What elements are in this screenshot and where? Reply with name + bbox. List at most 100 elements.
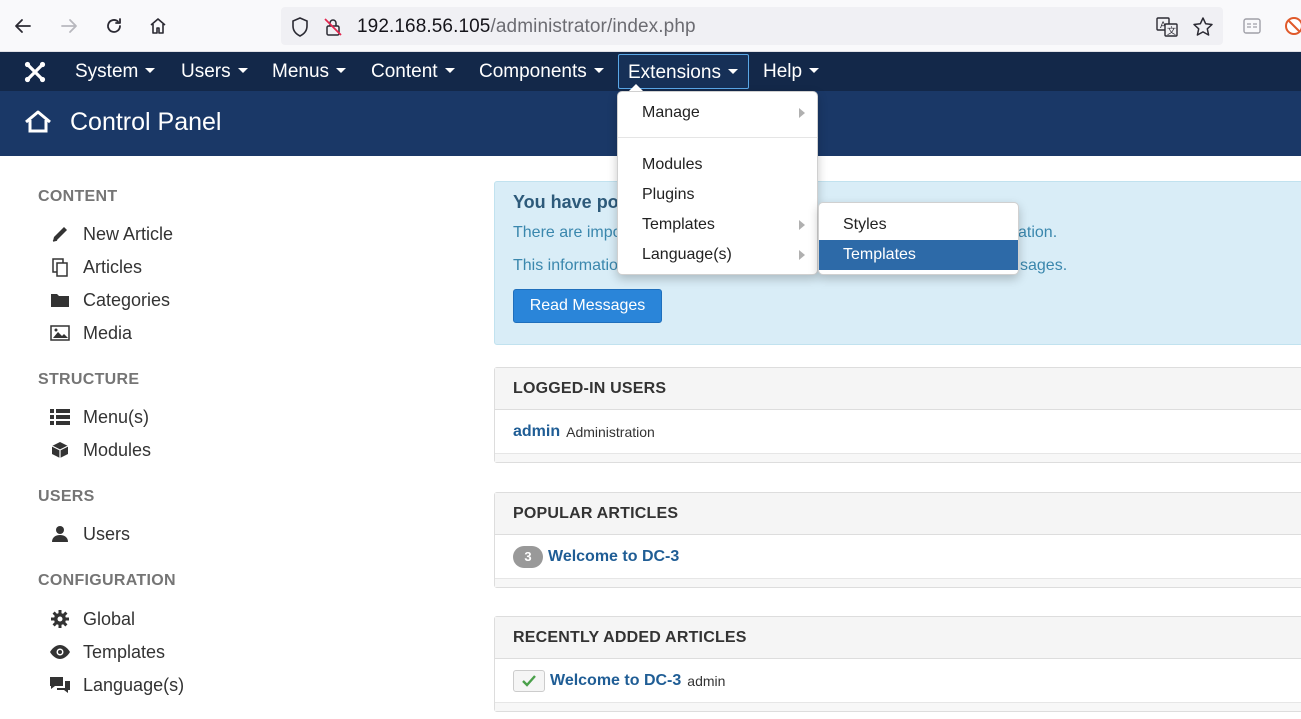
back-icon[interactable]: [9, 12, 37, 40]
sidebar-item-label: Templates: [83, 641, 166, 662]
submenu-item-styles[interactable]: Styles: [819, 210, 1018, 240]
menu-menus-label: Menus: [272, 61, 330, 82]
published-check-icon[interactable]: [513, 669, 545, 692]
user-client: Administration: [566, 423, 655, 440]
url-path: /administrator/index.php: [490, 16, 696, 37]
menu-users-label: Users: [181, 61, 231, 82]
menu-help[interactable]: Help: [753, 54, 829, 89]
url-bar[interactable]: 192.168.56.105/administrator/index.php A…: [281, 7, 1223, 45]
menu-item-modules[interactable]: Modules: [618, 150, 817, 180]
menu-item-label: Plugins: [642, 186, 695, 203]
chevron-down-icon: [237, 68, 248, 74]
url-host: 192.168.56.105: [357, 16, 491, 37]
copy-icon: [48, 256, 72, 278]
list-item: admin Administration: [495, 410, 1301, 454]
reader-view-icon[interactable]: [1238, 12, 1266, 40]
menu-item-languages[interactable]: Language(s): [618, 240, 817, 270]
chevron-down-icon: [336, 68, 347, 74]
panel-footer: [495, 454, 1301, 462]
extension-icon[interactable]: [1280, 12, 1301, 40]
sidebar-item-articles[interactable]: Articles: [48, 255, 142, 279]
cube-icon: [48, 439, 72, 461]
menu-item-templates[interactable]: Templates: [618, 210, 817, 240]
templates-submenu: Styles Templates: [818, 202, 1019, 275]
admin-top-nav: System Users Menus Content Components Ex…: [0, 52, 1301, 91]
insecure-lock-icon[interactable]: [322, 16, 344, 38]
comments-icon: [48, 674, 72, 696]
menu-extensions-label: Extensions: [628, 62, 721, 83]
image-icon: [48, 322, 72, 344]
chevron-right-icon: [799, 250, 805, 260]
reload-icon[interactable]: [100, 12, 128, 40]
browser-toolbar: 192.168.56.105/administrator/index.php A…: [0, 0, 1301, 52]
sidebar-item-modules[interactable]: Modules: [48, 438, 151, 462]
panel-footer: [495, 703, 1301, 711]
menu-item-label: Manage: [642, 104, 700, 121]
read-messages-button[interactable]: Read Messages: [513, 289, 662, 323]
sidebar-item-label: Language(s): [83, 674, 185, 695]
chevron-down-icon: [593, 68, 604, 74]
sidebar-item-label: Articles: [83, 256, 143, 277]
chevron-right-icon: [799, 108, 805, 118]
menu-system[interactable]: System: [65, 54, 165, 89]
translate-icon[interactable]: A文: [1156, 16, 1178, 38]
sidebar-heading-users: USERS: [38, 488, 95, 505]
sidebar-item-global[interactable]: Global: [48, 607, 135, 631]
shield-icon[interactable]: [289, 16, 311, 38]
sidebar-item-label: Users: [83, 523, 131, 544]
chevron-down-icon: [145, 68, 156, 74]
list-icon: [48, 406, 72, 428]
panel-heading: RECENTLY ADDED ARTICLES: [495, 617, 1301, 659]
submenu-item-templates[interactable]: Templates: [819, 240, 1018, 270]
chevron-down-icon: [809, 68, 820, 74]
menu-item-label: Language(s): [642, 246, 732, 263]
menu-help-label: Help: [763, 61, 803, 82]
menu-item-manage[interactable]: Manage: [618, 98, 817, 128]
sidebar-item-new-article[interactable]: New Article: [48, 222, 173, 246]
menu-components-label: Components: [479, 61, 587, 82]
alert-line-2-end: sages.: [1020, 257, 1068, 274]
chevron-down-icon: [727, 69, 738, 75]
alert-line-1-end: ation.: [1018, 224, 1058, 241]
joomla-logo-icon[interactable]: [22, 59, 48, 85]
menu-item-label: Templates: [843, 246, 916, 263]
list-item: 3 Welcome to DC-3: [495, 535, 1301, 579]
menu-components[interactable]: Components: [469, 54, 614, 89]
menu-menus[interactable]: Menus: [262, 54, 356, 89]
article-link[interactable]: Welcome to DC-3: [550, 672, 681, 690]
home-icon[interactable]: [144, 12, 172, 40]
panel-heading: POPULAR ARTICLES: [495, 493, 1301, 535]
gear-icon: [48, 608, 72, 630]
sidebar-item-categories[interactable]: Categories: [48, 288, 170, 312]
logged-in-users-panel: LOGGED-IN USERS admin Administration: [494, 367, 1301, 463]
alert-line-2-start: This informatio: [513, 257, 618, 274]
sidebar-item-languages[interactable]: Language(s): [48, 673, 184, 697]
sidebar-item-menus[interactable]: Menu(s): [48, 405, 149, 429]
menu-item-plugins[interactable]: Plugins: [618, 180, 817, 210]
home-icon: [23, 107, 53, 137]
forward-icon[interactable]: [55, 12, 83, 40]
chevron-right-icon: [799, 220, 805, 230]
alert-title: You have pos: [513, 192, 629, 212]
menu-content-label: Content: [371, 61, 438, 82]
sidebar-item-users[interactable]: Users: [48, 522, 130, 546]
user-link[interactable]: admin: [513, 423, 560, 441]
sidebar-item-label: Global: [83, 608, 136, 629]
sidebar-heading-content: CONTENT: [38, 188, 118, 205]
extensions-dropdown: Manage Modules Plugins Templates Languag…: [617, 91, 818, 275]
panel-heading: LOGGED-IN USERS: [495, 368, 1301, 410]
svg-text:文: 文: [1167, 25, 1176, 37]
article-author: admin: [687, 672, 726, 689]
sidebar-item-label: Modules: [83, 439, 152, 460]
article-link[interactable]: Welcome to DC-3: [548, 548, 679, 566]
menu-item-label: Templates: [642, 216, 715, 233]
sidebar-item-media[interactable]: Media: [48, 321, 132, 345]
hits-badge: 3: [513, 545, 543, 568]
menu-content[interactable]: Content: [361, 54, 465, 89]
sidebar-item-templates[interactable]: Templates: [48, 640, 165, 664]
sidebar-heading-configuration: CONFIGURATION: [38, 572, 176, 589]
menu-users[interactable]: Users: [171, 54, 258, 89]
bookmark-star-icon[interactable]: [1192, 16, 1214, 38]
pencil-icon: [48, 223, 72, 245]
url-text: 192.168.56.105/administrator/index.php: [357, 16, 696, 38]
